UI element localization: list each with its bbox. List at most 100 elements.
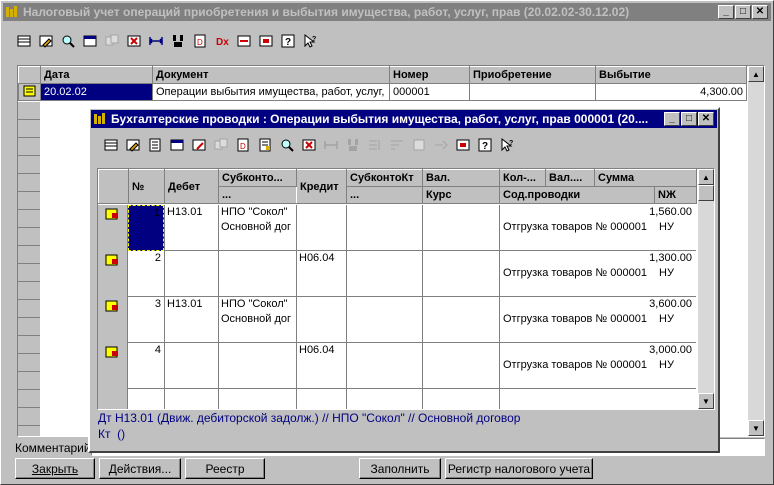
entry-subconto-2[interactable]: Основной дог [221, 313, 291, 325]
move-icon[interactable] [101, 31, 123, 51]
main-vertical-scrollbar[interactable]: ▲ ▼ [748, 66, 764, 436]
entries-icon[interactable] [233, 31, 255, 51]
entry-structure-icon[interactable] [452, 135, 474, 155]
table-row[interactable]: 20.02.02 Операции выбытия имущества, раб… [18, 83, 747, 101]
edit-row-icon[interactable] [35, 31, 57, 51]
entry-amount[interactable]: 1,300.00 [649, 252, 692, 264]
entry-journal[interactable]: НУ [659, 313, 674, 325]
registry-button[interactable]: Реестр [185, 458, 265, 479]
copy-entry-icon[interactable] [166, 135, 188, 155]
filter-entry-icon[interactable] [342, 135, 364, 155]
entry-row[interactable]: 2 Н06.04 1,300.00 Отгрузка товаров № 000… [98, 251, 696, 297]
header-subconto[interactable]: Субконто... [218, 169, 297, 187]
entries-maximize-button[interactable]: □ [681, 112, 697, 126]
entries-vertical-scrollbar[interactable]: ▲ ▼ [698, 169, 714, 409]
entry-amount[interactable]: 3,600.00 [649, 298, 692, 310]
interval-entry-icon[interactable] [320, 135, 342, 155]
entry-row[interactable]: 1 Н13.01 НПО "Сокол" Основной дог 1,560.… [98, 205, 696, 251]
main-title-bar[interactable]: Налоговый учет операций приобретения и в… [3, 3, 771, 21]
entry-number[interactable]: 4 [128, 344, 164, 356]
header-subconto-more[interactable]: ... [218, 186, 297, 204]
entries-scroll-thumb[interactable] [698, 185, 714, 201]
entry-number[interactable]: 1 [128, 205, 164, 251]
header-rate[interactable]: Курс [422, 186, 500, 204]
entry-row[interactable]: 3 Н13.01 НПО "Сокол" Основной дог 3,600.… [98, 297, 696, 343]
new-row-icon[interactable] [13, 31, 35, 51]
entry-journal[interactable]: НУ [659, 221, 674, 233]
header-number[interactable]: № [128, 169, 165, 204]
entry-content[interactable]: Отгрузка товаров № 000001 [503, 267, 647, 279]
structure-icon[interactable] [255, 31, 277, 51]
entry-credit[interactable]: Н06.04 [299, 344, 334, 356]
entry-content[interactable]: Отгрузка товаров № 000001 [503, 313, 647, 325]
header-subconto-kt-more[interactable]: ... [346, 186, 423, 204]
header-quantity[interactable]: Кол-... [499, 169, 546, 187]
entry-subconto-1[interactable]: НПО "Сокол" [221, 206, 288, 218]
column-header-acquisition[interactable]: Приобретение [469, 66, 596, 84]
context-help-icon[interactable]: ? [299, 31, 321, 51]
row-date[interactable]: 20.02.02 [40, 83, 153, 101]
delete-doc-icon[interactable]: Dx [211, 31, 233, 51]
close-button[interactable]: Закрыть [15, 458, 95, 479]
header-currency-amount[interactable]: Вал.... [545, 169, 595, 187]
delete-entry-icon[interactable] [298, 135, 320, 155]
row-disposal[interactable]: 4,300.00 [595, 83, 747, 101]
sort-entry-icon[interactable] [364, 135, 386, 155]
scroll-down-arrow[interactable]: ▼ [748, 420, 764, 436]
header-currency[interactable]: Вал. [422, 169, 500, 187]
sort-down-icon[interactable] [386, 135, 408, 155]
entry-content[interactable]: Отгрузка товаров № 000001 [503, 359, 647, 371]
entry-number[interactable]: 3 [128, 298, 164, 310]
entry-journal[interactable]: НУ [659, 267, 674, 279]
tax-register-button[interactable]: Регистр налогового учета [445, 458, 593, 479]
move-entry-icon[interactable] [210, 135, 232, 155]
scroll-up-arrow[interactable]: ▲ [748, 66, 764, 82]
entry-subconto-2[interactable]: Основной дог [221, 221, 291, 233]
edit-entry-icon[interactable] [122, 135, 144, 155]
header-subconto-kt[interactable]: СубконтоКт [346, 169, 423, 187]
group-entry-icon[interactable] [408, 135, 430, 155]
doc-journal-icon[interactable]: D [189, 31, 211, 51]
filter-icon[interactable] [167, 31, 189, 51]
actions-button[interactable]: Действия... [99, 458, 181, 479]
entry-subconto-1[interactable]: НПО "Сокол" [221, 298, 288, 310]
entries-minimize-button[interactable]: _ [664, 112, 680, 126]
doc-mark-icon[interactable]: D [232, 135, 254, 155]
minimize-button[interactable]: _ [718, 5, 734, 19]
copy-row-icon[interactable] [79, 31, 101, 51]
find-entry-icon[interactable] [276, 135, 298, 155]
row-number[interactable]: 000001 [389, 83, 470, 101]
close-window-button[interactable]: ✕ [752, 5, 768, 19]
header-journal[interactable]: NЖ [653, 186, 698, 204]
expand-entry-icon[interactable] [430, 135, 452, 155]
maximize-button[interactable]: □ [735, 5, 751, 19]
entry-debit[interactable]: Н13.01 [167, 206, 202, 218]
column-header-number[interactable]: Номер [389, 66, 470, 84]
entry-row[interactable]: 4 Н06.04 3,000.00 Отгрузка товаров № 000… [98, 343, 696, 409]
row-document[interactable]: Операции выбытия имущества, работ, услуг… [152, 83, 390, 101]
header-debit[interactable]: Дебет [164, 169, 219, 204]
entry-number[interactable]: 2 [128, 252, 164, 264]
print-icon[interactable] [254, 135, 276, 155]
entry-journal[interactable]: НУ [659, 359, 674, 371]
header-content[interactable]: Сод.проводки [499, 186, 655, 204]
fill-button[interactable]: Заполнить [359, 458, 441, 479]
entry-debit[interactable]: Н13.01 [167, 298, 202, 310]
help-icon[interactable]: ? [277, 31, 299, 51]
column-header-disposal[interactable]: Выбытие [595, 66, 747, 84]
open-doc-icon[interactable] [144, 135, 166, 155]
entries-title-bar[interactable]: Бухгалтерские проводки : Операции выбыти… [91, 110, 717, 128]
entry-amount[interactable]: 3,000.00 [649, 344, 692, 356]
column-header-date[interactable]: Дата [40, 66, 153, 84]
entry-credit[interactable]: Н06.04 [299, 252, 334, 264]
edit-group-icon[interactable] [188, 135, 210, 155]
header-credit[interactable]: Кредит [296, 169, 347, 204]
interval-icon[interactable] [145, 31, 167, 51]
delete-row-icon[interactable] [123, 31, 145, 51]
entry-content[interactable]: Отгрузка товаров № 000001 [503, 221, 647, 233]
find-icon[interactable] [57, 31, 79, 51]
entries-help-icon[interactable]: ? [474, 135, 496, 155]
entries-close-button[interactable]: ✕ [698, 112, 714, 126]
new-entry-icon[interactable] [100, 135, 122, 155]
row-acquisition[interactable] [469, 83, 596, 101]
